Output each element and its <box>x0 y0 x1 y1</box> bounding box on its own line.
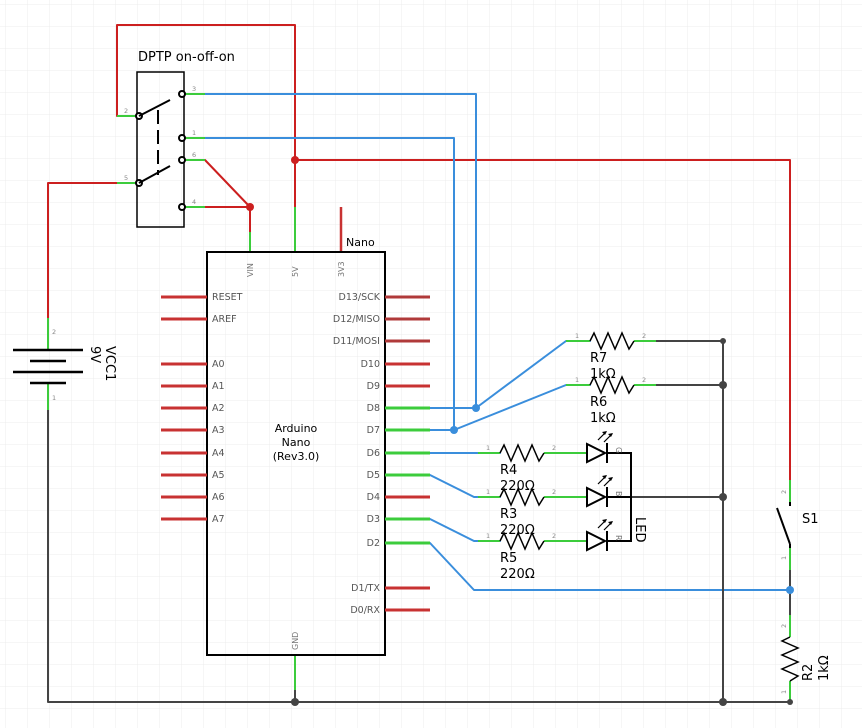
svg-text:A6: A6 <box>212 492 225 503</box>
svg-text:R5: R5 <box>500 551 517 566</box>
svg-text:A2: A2 <box>212 403 225 414</box>
svg-text:4: 4 <box>192 198 196 206</box>
svg-text:D11/MOSI: D11/MOSI <box>333 336 380 347</box>
svg-text:R6: R6 <box>590 395 607 410</box>
svg-text:2: 2 <box>124 107 128 115</box>
svg-text:D7: D7 <box>367 425 380 436</box>
svg-text:5: 5 <box>124 174 128 182</box>
svg-text:1kΩ: 1kΩ <box>590 367 616 382</box>
svg-text:D6: D6 <box>367 448 380 459</box>
svg-text:D12/MISO: D12/MISO <box>333 314 380 325</box>
svg-text:220Ω: 220Ω <box>500 567 535 582</box>
svg-text:1: 1 <box>575 332 579 340</box>
svg-text:1: 1 <box>486 488 490 496</box>
svg-text:LED: LED <box>632 517 647 542</box>
svg-text:D8: D8 <box>367 403 380 414</box>
svg-text:D0/RX: D0/RX <box>350 605 380 616</box>
svg-text:1kΩ: 1kΩ <box>817 655 832 681</box>
schematic-canvas: DPTP on-off-on 2 3 1 5 6 4 Nano VIN 5V 3… <box>0 0 862 728</box>
svg-text:1: 1 <box>486 444 490 452</box>
svg-text:1: 1 <box>52 394 56 402</box>
svg-text:D4: D4 <box>367 492 380 503</box>
svg-text:3V3: 3V3 <box>337 261 346 277</box>
nano-top-label: Nano <box>346 236 375 249</box>
svg-text:2: 2 <box>780 490 788 494</box>
svg-text:G: G <box>614 447 623 453</box>
svg-text:S1: S1 <box>802 512 819 527</box>
svg-text:2: 2 <box>642 376 646 384</box>
svg-text:D13/SCK: D13/SCK <box>339 292 381 303</box>
svg-text:9V: 9V <box>87 346 102 363</box>
svg-text:A7: A7 <box>212 514 225 525</box>
svg-text:D9: D9 <box>367 381 380 392</box>
svg-text:D10: D10 <box>361 359 380 370</box>
svg-text:2: 2 <box>552 488 556 496</box>
svg-text:A0: A0 <box>212 359 225 370</box>
svg-text:A5: A5 <box>212 470 225 481</box>
svg-text:VCC1: VCC1 <box>102 346 117 381</box>
svg-text:A4: A4 <box>212 448 225 459</box>
dptp-label: DPTP on-off-on <box>138 50 235 65</box>
svg-text:2: 2 <box>52 328 56 336</box>
svg-text:VIN: VIN <box>246 263 255 277</box>
svg-text:A3: A3 <box>212 425 225 436</box>
nano-rev: (Rev3.0) <box>273 450 320 463</box>
grid-background <box>0 0 862 728</box>
svg-text:D2: D2 <box>367 538 380 549</box>
svg-text:1kΩ: 1kΩ <box>590 411 616 426</box>
svg-text:R4: R4 <box>500 463 517 478</box>
svg-text:2: 2 <box>552 532 556 540</box>
svg-text:1: 1 <box>192 129 196 137</box>
svg-text:R7: R7 <box>590 351 607 366</box>
svg-text:B: B <box>614 491 623 497</box>
svg-text:A1: A1 <box>212 381 225 392</box>
svg-text:R3: R3 <box>500 507 517 522</box>
svg-text:GND: GND <box>291 632 300 650</box>
svg-text:R: R <box>614 535 623 541</box>
svg-text:2: 2 <box>642 332 646 340</box>
svg-text:D5: D5 <box>367 470 380 481</box>
nano-title: Arduino <box>275 422 318 435</box>
svg-text:3: 3 <box>192 85 196 93</box>
svg-text:AREF: AREF <box>212 314 237 325</box>
svg-text:1: 1 <box>780 556 788 560</box>
svg-text:D3: D3 <box>367 514 380 525</box>
nano-model: Nano <box>282 436 311 449</box>
svg-text:R2: R2 <box>801 664 816 681</box>
svg-text:RESET: RESET <box>212 292 243 303</box>
svg-text:1: 1 <box>575 376 579 384</box>
svg-text:5V: 5V <box>291 266 300 277</box>
svg-text:D1/TX: D1/TX <box>351 583 380 594</box>
svg-text:1: 1 <box>780 690 788 694</box>
svg-text:2: 2 <box>552 444 556 452</box>
svg-text:2: 2 <box>780 624 788 628</box>
svg-text:6: 6 <box>192 151 196 159</box>
svg-text:1: 1 <box>486 532 490 540</box>
